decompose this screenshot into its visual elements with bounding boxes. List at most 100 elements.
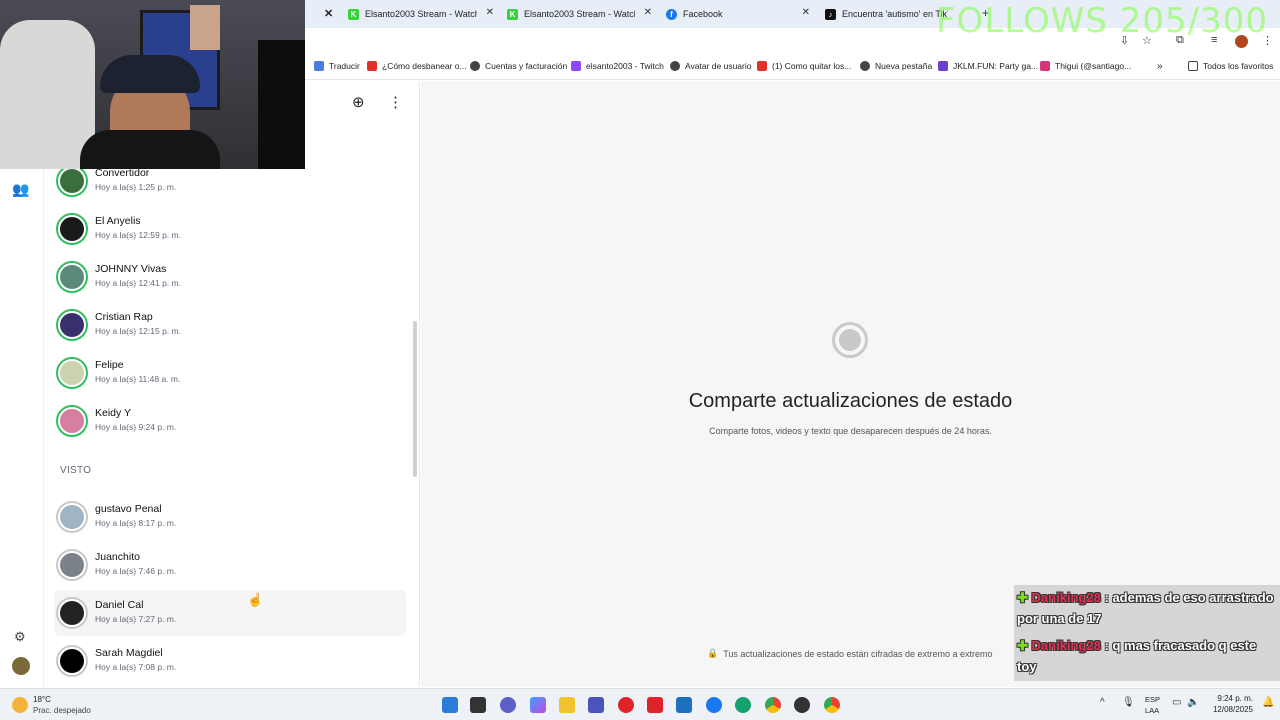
all-favorites-folder[interactable]: Todos los favoritos <box>1188 61 1273 71</box>
weather-description: Prac. despejado <box>33 706 91 715</box>
empty-state-subtitle: Comparte fotos, videos y texto que desap… <box>709 426 992 436</box>
close-icon[interactable]: ✕ <box>644 7 652 18</box>
stream-chat-overlay: ✚ Daniking28 : ademas de eso arrastrado … <box>1014 585 1280 681</box>
network-icon[interactable]: ▭ <box>1172 697 1181 708</box>
chat-badge-icon: ✚ <box>1017 590 1028 605</box>
add-status-icon[interactable]: ⊕ <box>352 93 365 111</box>
keyboard-layout[interactable]: LAA <box>1145 706 1159 715</box>
clock-date[interactable]: 12/08/2025 <box>1207 705 1253 714</box>
avatar-image <box>60 409 84 433</box>
bookmark-item[interactable]: Thigui (@santiago... <box>1040 61 1131 71</box>
avatar-image <box>60 169 84 193</box>
folder-icon <box>1188 61 1198 71</box>
chrome-icon[interactable] <box>765 697 781 713</box>
section-label-seen: VISTO <box>60 465 92 476</box>
volume-icon[interactable]: 🔈 <box>1187 697 1199 708</box>
obs-icon[interactable] <box>794 697 810 713</box>
profile-avatar-icon[interactable] <box>12 657 30 675</box>
status-item[interactable]: gustavo Penal Hoy a la(s) 8:17 p. m. <box>54 494 406 540</box>
status-list-panel: ⊕ ⋮ Convertidor Hoy a la(s) 1:25 p. m. E… <box>44 81 420 687</box>
status-item[interactable]: Cristian Rap Hoy a la(s) 12:15 p. m. <box>54 302 406 348</box>
status-avatar <box>56 261 88 293</box>
status-item[interactable]: Felipe Hoy a la(s) 11:48 a. m. <box>54 350 406 396</box>
status-avatar <box>56 405 88 437</box>
status-ring-icon <box>832 322 868 358</box>
gaming-chair <box>0 20 95 169</box>
follows-goal-overlay: FOLLOWS 205/300 <box>936 1 1269 41</box>
youtube-icon[interactable] <box>647 697 663 713</box>
instagram-icon <box>1040 61 1050 71</box>
bookmark-item[interactable]: Nueva pestaña <box>860 61 932 71</box>
globe-icon <box>470 61 480 71</box>
chevron-right-icon[interactable]: » <box>1157 61 1163 72</box>
empty-state-title: Comparte actualizaciones de estado <box>688 390 1013 412</box>
communities-icon[interactable]: 👥 <box>12 181 29 198</box>
microphone-icon[interactable]: 🎙 <box>1122 697 1135 708</box>
streamer-shirt <box>80 130 220 169</box>
status-avatar <box>56 213 88 245</box>
windows-taskbar: 18°C Prac. despejado ^ 🎙 ESP LAA ▭ 🔈 9:2… <box>0 688 1280 720</box>
kick-icon: K <box>507 8 518 20</box>
webcam-overlay <box>0 0 305 169</box>
status-avatar <box>56 357 88 389</box>
chevron-up-icon[interactable]: ^ <box>1100 697 1105 708</box>
opera-icon[interactable] <box>618 697 634 713</box>
chrome-icon[interactable] <box>824 697 840 713</box>
close-icon[interactable]: ✕ <box>324 7 333 20</box>
scrollbar[interactable] <box>413 321 417 477</box>
tiktok-icon: ♪ <box>825 8 836 20</box>
bookmark-item[interactable]: ¿Cómo desbanear o... <box>367 61 467 71</box>
browser-tab[interactable]: K Elsanto2003 Stream - Watch Li ✕ <box>507 3 652 25</box>
status-avatar <box>56 309 88 341</box>
navigation-rail: 👥 ⚙ <box>0 169 44 687</box>
store-icon[interactable] <box>676 697 692 713</box>
bookmark-item[interactable]: JKLM.FUN: Party ga... <box>938 61 1038 71</box>
facebook-icon[interactable] <box>706 697 722 713</box>
status-avatar <box>56 597 88 629</box>
monitor-edge <box>258 40 305 169</box>
status-item[interactable]: JOHNNY Vivas Hoy a la(s) 12:41 p. m. <box>54 254 406 300</box>
hand-cursor-icon: ☝ <box>247 592 264 607</box>
start-icon[interactable] <box>442 697 458 713</box>
copilot-icon[interactable] <box>530 697 546 713</box>
youtube-icon <box>757 61 767 71</box>
file-explorer-icon[interactable] <box>559 697 575 713</box>
facebook-icon: f <box>666 8 677 20</box>
keyboard-language[interactable]: ESP <box>1145 695 1160 704</box>
avatar-image <box>60 505 84 529</box>
status-item[interactable]: Keidy Y Hoy a la(s) 9:24 p. m. <box>54 398 406 444</box>
notification-icon[interactable]: 🔔 <box>1262 697 1274 708</box>
task-view-icon[interactable] <box>470 697 486 713</box>
more-options-icon[interactable]: ⋮ <box>388 93 403 111</box>
bookmark-item[interactable]: Cuentas y facturación <box>470 61 567 71</box>
edge-icon[interactable] <box>735 697 751 713</box>
bookmark-item[interactable]: Avatar de usuario <box>670 61 751 71</box>
status-item[interactable]: Juanchito Hoy a la(s) 7:46 p. m. <box>54 542 406 588</box>
status-item[interactable]: Sarah Magdiel Hoy a la(s) 7:08 p. m. <box>54 638 406 684</box>
status-avatar <box>56 165 88 197</box>
avatar-image <box>60 553 84 577</box>
status-item[interactable]: El Anyelis Hoy a la(s) 12:59 p. m. <box>54 206 406 252</box>
clock-time[interactable]: 9:24 p. m. <box>1213 694 1253 703</box>
chat-app-icon[interactable] <box>500 697 516 713</box>
gear-icon[interactable]: ⚙ <box>14 629 26 645</box>
status-item[interactable]: Daniel Cal Hoy a la(s) 7:27 p. m. <box>54 590 406 636</box>
bookmark-item[interactable]: (1) Como quitar los... <box>757 61 851 71</box>
browser-tab[interactable]: f Facebook ✕ <box>666 3 810 25</box>
close-icon[interactable]: ✕ <box>486 7 494 18</box>
browser-tab[interactable]: K Elsanto2003 Stream - Watch Li ✕ <box>348 3 494 25</box>
avatar-image <box>60 361 84 385</box>
wall-poster <box>190 5 220 50</box>
bookmark-item[interactable]: Traducir <box>314 61 360 71</box>
chat-message: ✚ Daniking28 : q mas fracasado q este to… <box>1017 638 1257 674</box>
close-icon[interactable]: ✕ <box>802 7 810 18</box>
globe-icon <box>860 61 870 71</box>
teams-icon[interactable] <box>588 697 604 713</box>
avatar-image <box>60 265 84 289</box>
avatar-image <box>60 217 84 241</box>
encryption-note: 🔒 Tus actualizaciones de estado están ci… <box>707 648 993 659</box>
chat-badge-icon: ✚ <box>1017 638 1028 653</box>
bookmark-item[interactable]: elsanto2003 - Twitch <box>571 61 664 71</box>
globe-icon <box>670 61 680 71</box>
weather-icon[interactable] <box>12 697 28 713</box>
